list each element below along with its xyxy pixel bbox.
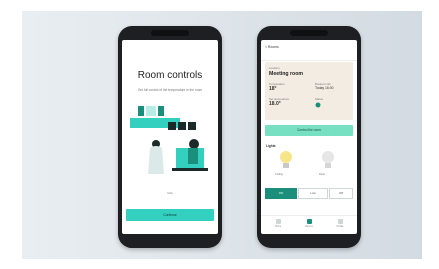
control-room-button[interactable]: Control the room bbox=[265, 125, 353, 136]
panel-icon bbox=[138, 106, 144, 116]
status-icon bbox=[315, 102, 321, 108]
info-text: Info bbox=[167, 191, 173, 195]
temp-value: 18° bbox=[269, 86, 277, 92]
phone-notch bbox=[290, 30, 328, 36]
background-panel bbox=[22, 11, 422, 259]
panel-icon bbox=[158, 106, 164, 116]
phone-icon bbox=[188, 122, 196, 130]
bulb1-label: Ceiling bbox=[275, 173, 283, 176]
tile-icon bbox=[168, 122, 176, 130]
back-link[interactable]: < Rooms bbox=[265, 45, 279, 49]
segment-low[interactable]: Low bbox=[298, 188, 328, 199]
bulb-off-icon[interactable] bbox=[321, 150, 335, 172]
nav-rooms-label: Rooms bbox=[305, 225, 313, 228]
room-illustration bbox=[130, 106, 208, 174]
nav-profile-label: Profile bbox=[336, 225, 344, 228]
continue-button[interactable]: Continue bbox=[126, 209, 214, 221]
room-controls-screen: Room controls Get full control of the te… bbox=[122, 40, 218, 234]
screen-subtitle: Get full control of the temperature in t… bbox=[137, 88, 203, 92]
screen-title: Room controls bbox=[137, 70, 203, 81]
person-figure bbox=[148, 146, 164, 174]
profile-icon bbox=[337, 219, 343, 224]
segment-off[interactable]: Off bbox=[329, 188, 353, 199]
app-header: < Rooms bbox=[261, 40, 357, 61]
location-label: Location bbox=[269, 66, 280, 70]
phone-left: Room controls Get full control of the te… bbox=[118, 26, 222, 248]
panel-icon bbox=[146, 106, 156, 116]
phone-notch bbox=[151, 30, 189, 36]
nav-rooms[interactable]: Rooms bbox=[294, 219, 324, 228]
time-value: Today 16:00 bbox=[315, 86, 334, 90]
rooms-icon bbox=[306, 219, 312, 224]
bulb-on-icon[interactable] bbox=[279, 150, 293, 172]
floor-line bbox=[172, 168, 208, 171]
phone-right: < Rooms Location Meeting room Temperatur… bbox=[257, 26, 361, 248]
lights-title: Lights bbox=[266, 144, 276, 148]
nav-home-label: Home bbox=[274, 225, 282, 228]
room-info-card: Location Meeting room Temperature 18° Bo… bbox=[265, 62, 353, 120]
bulb2-label: Desk bbox=[319, 173, 325, 176]
room-detail-screen: < Rooms Location Meeting room Temperatur… bbox=[261, 40, 357, 234]
bottom-nav: Home Rooms Profile bbox=[261, 215, 357, 234]
status-label: Status bbox=[315, 97, 323, 101]
segment-on[interactable]: ON bbox=[265, 188, 297, 199]
person-head bbox=[189, 139, 199, 149]
set-temp-value: 18.0° bbox=[269, 101, 281, 107]
nav-profile[interactable]: Profile bbox=[325, 219, 355, 228]
room-name: Meeting room bbox=[269, 71, 304, 77]
light-mode-selector: ON Low Off bbox=[265, 188, 353, 199]
home-icon bbox=[275, 219, 281, 224]
nav-home[interactable]: Home bbox=[263, 219, 293, 228]
person-body bbox=[188, 148, 198, 164]
tile-icon bbox=[178, 122, 186, 130]
